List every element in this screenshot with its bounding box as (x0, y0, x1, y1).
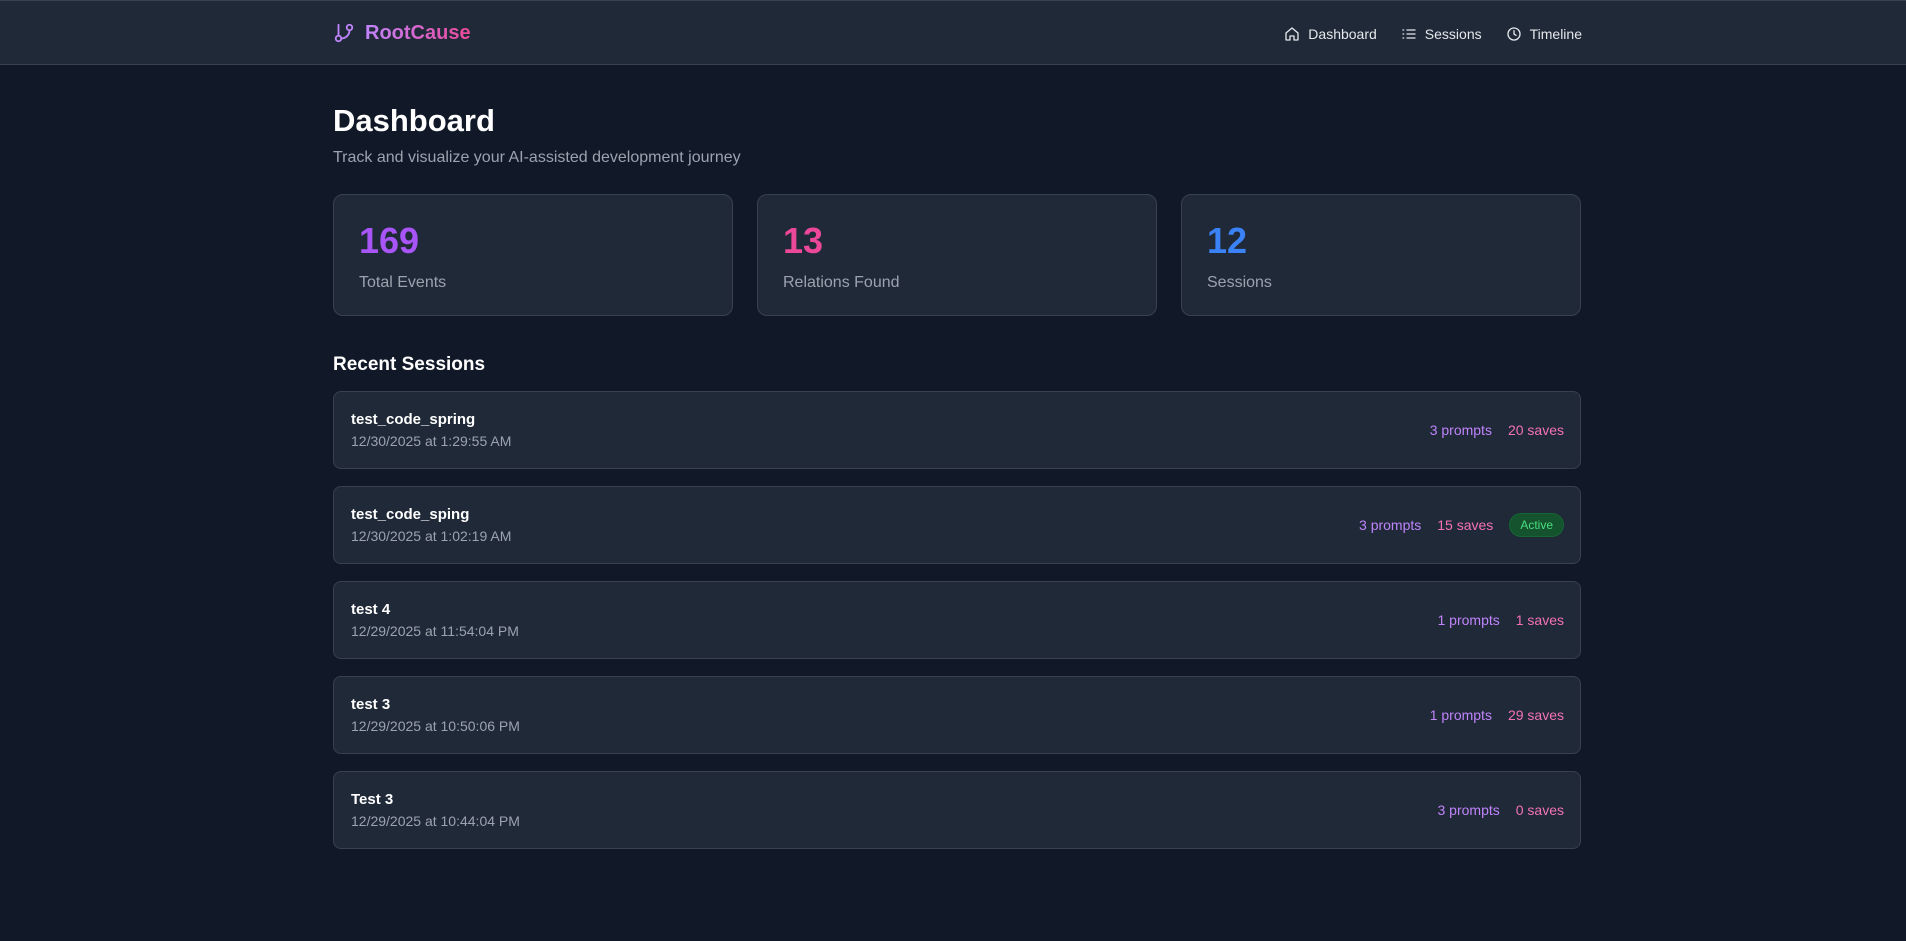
session-meta: 1 prompts 29 saves (1430, 707, 1564, 723)
main-nav: Dashboard Sessions Timeline (1284, 23, 1582, 45)
session-row[interactable]: test 3 12/29/2025 at 10:50:06 PM 1 promp… (333, 676, 1581, 754)
session-row[interactable]: test 4 12/29/2025 at 11:54:04 PM 1 promp… (333, 581, 1581, 659)
session-row[interactable]: test_code_spring 12/30/2025 at 1:29:55 A… (333, 391, 1581, 469)
session-name: test 3 (351, 695, 391, 713)
prompts-count: 3 prompts (1437, 802, 1500, 818)
session-meta: 3 prompts 0 saves (1438, 802, 1565, 818)
saves-count: 20 saves (1507, 422, 1564, 438)
nav-sessions-label: Sessions (1424, 26, 1482, 42)
session-name: Test 3 (351, 790, 394, 808)
stat-value: 12 (1207, 220, 1248, 261)
prompts-count: 3 prompts (1429, 422, 1492, 438)
session-name: test 4 (351, 600, 391, 618)
stat-label: Total Events (359, 274, 447, 291)
session-meta: 3 prompts 20 saves (1430, 422, 1564, 438)
list-icon (1402, 29, 1416, 39)
session-row[interactable]: Test 3 12/29/2025 at 10:44:04 PM 3 promp… (333, 771, 1581, 849)
stat-card-relations: 13 Relations Found (757, 194, 1157, 316)
session-name: test_code_sping (351, 505, 470, 523)
nav-sessions[interactable]: Sessions (1401, 26, 1482, 42)
page-title: Dashboard (333, 103, 495, 138)
session-info: test_code_spring 12/30/2025 at 1:29:55 A… (351, 410, 511, 451)
stat-card-total-events: 169 Total Events (333, 194, 733, 316)
brand-name: RootCause (365, 21, 471, 44)
stat-card-sessions: 12 Sessions (1181, 194, 1581, 316)
saves-count: 1 saves (1515, 612, 1564, 628)
stat-label: Relations Found (783, 274, 900, 291)
session-name: test_code_spring (351, 410, 476, 428)
nav-timeline-label: Timeline (1529, 26, 1582, 42)
stat-value: 169 (359, 220, 420, 261)
page-subtitle: Track and visualize your AI-assisted dev… (333, 149, 741, 166)
main-content: Dashboard Track and visualize your AI-as… (333, 65, 1581, 849)
active-status-badge: Active (1509, 513, 1564, 537)
saves-count: 29 saves (1507, 707, 1564, 723)
session-date: 12/29/2025 at 10:44:04 PM (351, 812, 520, 829)
clock-icon (1506, 27, 1521, 41)
prompts-count: 1 prompts (1437, 612, 1500, 628)
stat-label: Sessions (1207, 274, 1272, 291)
prompts-count: 3 prompts (1359, 517, 1422, 533)
brand-logo-link[interactable]: RootCause (333, 21, 471, 45)
recent-sessions-list: test_code_spring 12/30/2025 at 1:29:55 A… (333, 391, 1581, 849)
prompts-count: 1 prompts (1429, 707, 1492, 723)
stat-value: 13 (783, 220, 824, 261)
session-info: test 4 12/29/2025 at 11:54:04 PM (351, 600, 519, 641)
nav-dashboard[interactable]: Dashboard (1284, 26, 1377, 42)
session-date: 12/29/2025 at 11:54:04 PM (351, 622, 519, 639)
recent-sessions-title: Recent Sessions (333, 354, 486, 375)
session-info: Test 3 12/29/2025 at 10:44:04 PM (351, 790, 520, 831)
home-icon (1285, 27, 1299, 41)
top-navbar: RootCause Dashboard Sessions Timeline (0, 0, 1906, 65)
session-date: 12/30/2025 at 1:02:19 AM (351, 527, 512, 544)
git-branch-icon (334, 23, 354, 43)
nav-timeline[interactable]: Timeline (1506, 26, 1582, 42)
saves-count: 0 saves (1515, 802, 1564, 818)
session-meta: 1 prompts 1 saves (1438, 612, 1565, 628)
session-info: test_code_sping 12/30/2025 at 1:02:19 AM (351, 505, 511, 546)
session-date: 12/30/2025 at 1:29:55 AM (351, 432, 512, 449)
session-meta: 3 prompts 15 saves Active (1359, 513, 1564, 537)
stats-row: 169 Total Events 13 Relations Found 12 S… (333, 194, 1581, 316)
session-date: 12/29/2025 at 10:50:06 PM (351, 717, 520, 734)
session-info: test 3 12/29/2025 at 10:50:06 PM (351, 695, 520, 736)
nav-dashboard-label: Dashboard (1308, 26, 1377, 42)
saves-count: 15 saves (1437, 517, 1494, 533)
session-row[interactable]: test_code_sping 12/30/2025 at 1:02:19 AM… (333, 486, 1581, 564)
